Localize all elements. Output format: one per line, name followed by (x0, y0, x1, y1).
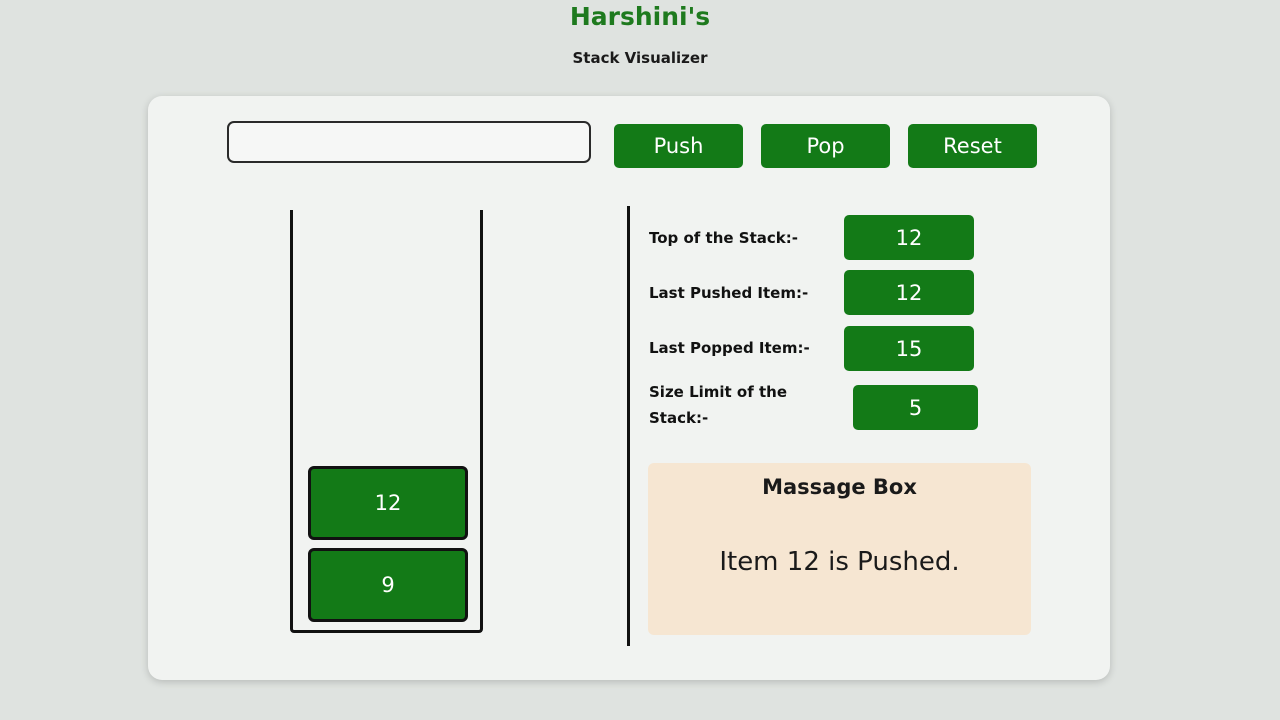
message-box-text: Item 12 is Pushed. (719, 547, 960, 577)
size-limit-value: 5 (853, 385, 978, 430)
stack-item-bottom: 9 (308, 548, 468, 622)
stack-value-input[interactable] (227, 121, 591, 163)
last-pushed-value: 12 (844, 270, 974, 315)
reset-button[interactable]: Reset (908, 124, 1037, 168)
message-box-title: Massage Box (762, 475, 917, 499)
last-popped-label: Last Popped Item:- (649, 339, 810, 357)
last-pushed-label: Last Pushed Item:- (649, 284, 809, 302)
app-subtitle: Stack Visualizer (572, 49, 708, 67)
size-limit-label: Size Limit of the Stack:- (649, 383, 788, 427)
pop-button[interactable]: Pop (761, 124, 890, 168)
last-popped-value: 15 (844, 326, 974, 371)
message-box: Massage Box Item 12 is Pushed. (648, 463, 1031, 635)
app-title: Harshini's (569, 2, 711, 31)
vertical-divider (627, 206, 630, 646)
push-button[interactable]: Push (614, 124, 743, 168)
stack-item-top: 12 (308, 466, 468, 540)
top-of-stack-value: 12 (844, 215, 974, 260)
visualizer-card: Push Pop Reset 12 9 Top of the Stack:- 1… (148, 96, 1110, 680)
stack-container: 12 9 (290, 210, 483, 633)
top-of-stack-label: Top of the Stack:- (649, 229, 798, 247)
